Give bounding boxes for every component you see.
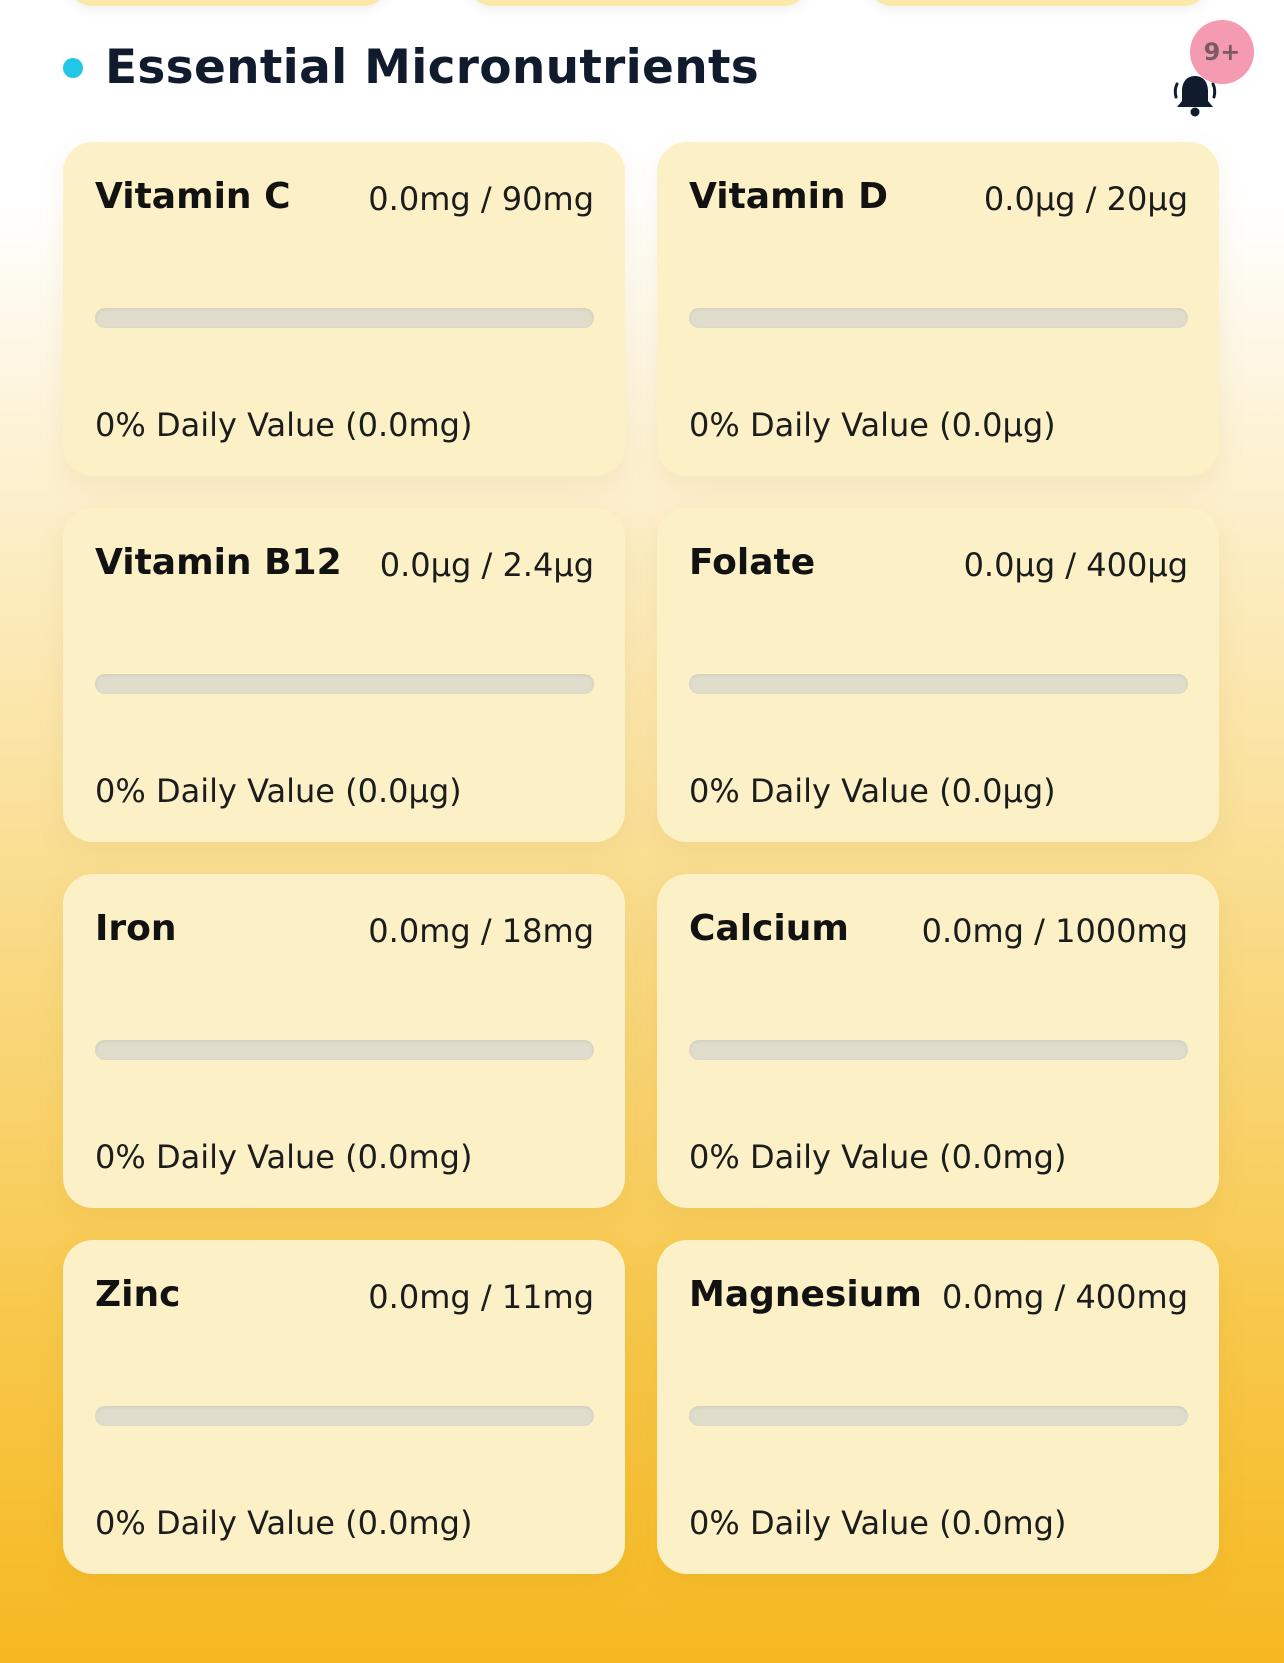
nutrient-card-vitamin-d[interactable]: Vitamin D 0.0µg / 20µg 0% Daily Value (0… — [657, 142, 1219, 476]
nutrient-card-folate[interactable]: Folate 0.0µg / 400µg 0% Daily Value (0.0… — [657, 508, 1219, 842]
nutrient-amount: 0.0mg / 18mg — [368, 912, 594, 950]
nutrient-card-iron[interactable]: Iron 0.0mg / 18mg 0% Daily Value (0.0mg) — [63, 874, 625, 1208]
nutrient-card-calcium[interactable]: Calcium 0.0mg / 1000mg 0% Daily Value (0… — [657, 874, 1219, 1208]
nutrient-card-zinc[interactable]: Zinc 0.0mg / 11mg 0% Daily Value (0.0mg) — [63, 1240, 625, 1574]
previous-card-stub — [868, 0, 1208, 6]
nutrient-daily-value: 0% Daily Value (0.0µg) — [689, 406, 1056, 444]
nutrient-amount: 0.0mg / 11mg — [368, 1278, 594, 1316]
nutrient-name: Vitamin C — [95, 176, 291, 217]
nutrient-daily-value: 0% Daily Value (0.0mg) — [689, 1504, 1067, 1542]
nutrient-daily-value: 0% Daily Value (0.0mg) — [95, 1138, 473, 1176]
nutrient-name: Magnesium — [689, 1274, 922, 1315]
nutrient-progress-bar — [689, 1040, 1188, 1060]
nutrient-amount: 0.0mg / 400mg — [941, 1278, 1188, 1316]
section-title: Essential Micronutrients — [105, 40, 760, 95]
nutrient-name: Iron — [95, 908, 177, 949]
nutrient-name: Zinc — [95, 1274, 181, 1315]
nutrient-progress-bar — [95, 308, 594, 328]
nutrient-card-vitamin-b12[interactable]: Vitamin B12 0.0µg / 2.4µg 0% Daily Value… — [63, 508, 625, 842]
nutrient-daily-value: 0% Daily Value (0.0mg) — [689, 1138, 1067, 1176]
nutrient-progress-bar — [95, 1406, 594, 1426]
nutrient-daily-value: 0% Daily Value (0.0mg) — [95, 1504, 473, 1542]
previous-card-stub — [468, 0, 808, 6]
section-header: Essential Micronutrients — [63, 40, 759, 95]
nutrient-progress-bar — [689, 1406, 1188, 1426]
nutrient-card-magnesium[interactable]: Magnesium 0.0mg / 400mg 0% Daily Value (… — [657, 1240, 1219, 1574]
nutrient-amount: 0.0mg / 1000mg — [921, 912, 1188, 950]
section-dot-icon — [63, 57, 83, 78]
nutrient-progress-bar — [689, 308, 1188, 328]
nutrient-amount: 0.0µg / 20µg — [983, 180, 1188, 218]
nutrient-amount: 0.0µg / 2.4µg — [379, 546, 594, 584]
nutrient-card-vitamin-c[interactable]: Vitamin C 0.0mg / 90mg 0% Daily Value (0… — [63, 142, 625, 476]
previous-card-stub — [68, 0, 388, 6]
nutrient-daily-value: 0% Daily Value (0.0µg) — [689, 772, 1056, 810]
nutrient-name: Vitamin D — [689, 176, 888, 217]
nutrient-daily-value: 0% Daily Value (0.0µg) — [95, 772, 462, 810]
nutrient-amount: 0.0mg / 90mg — [368, 180, 594, 218]
nutrient-amount: 0.0µg / 400µg — [963, 546, 1188, 584]
nutrient-name: Folate — [689, 542, 816, 583]
nutrient-progress-bar — [95, 1040, 594, 1060]
nutrient-progress-bar — [95, 674, 594, 694]
notification-badge: 9+ — [1190, 20, 1254, 84]
micronutrient-grid: Vitamin C 0.0mg / 90mg 0% Daily Value (0… — [63, 142, 1221, 1574]
nutrient-name: Vitamin B12 — [95, 542, 342, 583]
nutrient-progress-bar — [689, 674, 1188, 694]
nutrient-daily-value: 0% Daily Value (0.0mg) — [95, 406, 473, 444]
nutrient-name: Calcium — [689, 908, 849, 949]
notification-button[interactable]: 9+ — [1160, 20, 1254, 120]
